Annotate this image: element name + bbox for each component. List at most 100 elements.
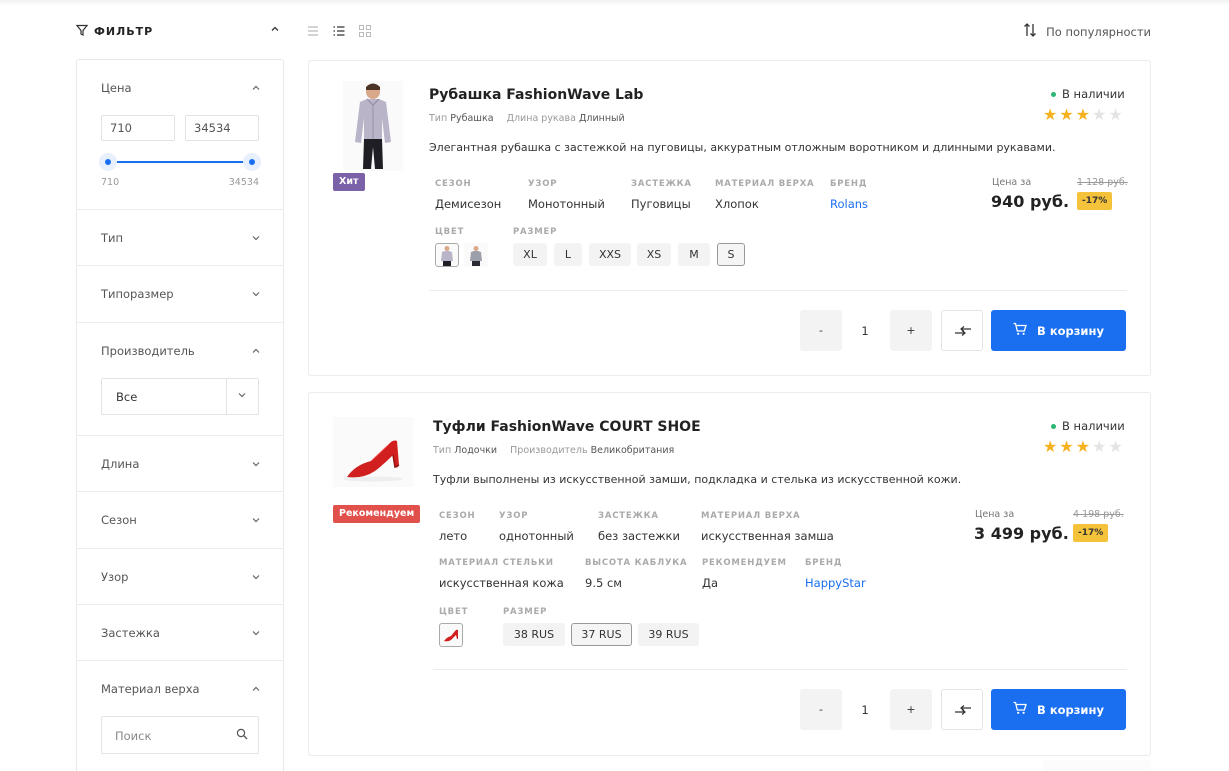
product-title[interactable]: Рубашка FashionWave Lab <box>429 87 643 103</box>
char-value: Монотонный <box>528 197 605 211</box>
filter-header[interactable]: ФИЛЬТР <box>75 22 284 40</box>
chevron-down-icon <box>237 389 247 403</box>
add-to-cart-button[interactable]: В корзину <box>991 310 1126 351</box>
qty-minus-button[interactable]: - <box>800 310 842 351</box>
filter-section-price: Цена 710 34534 710 34534 <box>77 60 283 210</box>
material-search-input[interactable]: Поиск <box>101 716 259 754</box>
qty-value[interactable]: 1 <box>850 703 880 717</box>
char-key: ЗАСТЕЖКА <box>598 511 659 521</box>
char-upper-material: МАТЕРИАЛ ВЕРХА искусственная замша <box>701 511 834 543</box>
size-group: РАЗМЕР <box>513 227 557 237</box>
size-option-selected[interactable]: 37 RUS <box>571 623 632 646</box>
filter-section-label: Материал верха <box>101 682 200 696</box>
filter-section-fastener[interactable]: Застежка <box>77 605 283 661</box>
price-min-input[interactable]: 710 <box>101 115 175 141</box>
rating-stars[interactable]: ★ ★ ★ ★ ★ <box>1043 439 1123 455</box>
product-card: Рекомендуем Туфли FashionWave COURT SHOE… <box>308 392 1151 756</box>
price-max-input[interactable]: 34534 <box>185 115 259 141</box>
cart-icon <box>1013 701 1027 718</box>
product-title[interactable]: Туфли FashionWave COURT SHOE <box>433 419 701 435</box>
char-value: 9.5 см <box>585 576 622 590</box>
color-swatch[interactable] <box>439 623 463 647</box>
filter-section-type[interactable]: Тип <box>77 210 283 266</box>
char-value: Демисезон <box>435 197 502 211</box>
compare-icon <box>954 323 972 342</box>
sort-icon <box>1022 22 1038 41</box>
size-option-selected[interactable]: S <box>717 243 745 266</box>
price-range-track[interactable] <box>108 161 252 163</box>
product-image-shirt[interactable] <box>343 81 403 171</box>
filter-section-size-type[interactable]: Типоразмер <box>77 266 283 323</box>
prop-value: Длинный <box>578 113 625 124</box>
brand-link[interactable]: Rolans <box>830 197 868 211</box>
char-pattern: УЗОР Монотонный <box>528 179 605 211</box>
filter-section-pattern[interactable]: Узор <box>77 549 283 605</box>
size-option[interactable]: XS <box>637 243 671 266</box>
prop-key: Тип <box>429 113 448 124</box>
color-label: ЦВЕТ <box>435 227 465 237</box>
filter-section-label: Длина <box>101 457 140 471</box>
color-swatch[interactable] <box>464 243 488 267</box>
char-fastener: ЗАСТЕЖКА Пуговицы <box>631 179 692 211</box>
chevron-up-icon[interactable] <box>251 683 261 697</box>
search-icon[interactable] <box>236 728 248 743</box>
price-range-max-label: 34534 <box>228 177 259 188</box>
list-icon[interactable] <box>306 24 320 38</box>
star-icon: ★ <box>1043 437 1058 456</box>
price-range-min-handle[interactable] <box>99 153 117 171</box>
price-range-max-handle[interactable] <box>243 153 261 171</box>
grid-icon[interactable] <box>358 24 372 38</box>
char-key: МАТЕРИАЛ СТЕЛЬКИ <box>439 558 554 568</box>
char-value: искусственная кожа <box>439 576 564 590</box>
qty-minus-button[interactable]: - <box>800 689 842 730</box>
old-price: 1 128 руб. <box>1077 177 1128 188</box>
size-option[interactable]: XXS <box>589 243 631 266</box>
product-props: Тип Рубашка Длина рукава Длинный <box>429 113 625 124</box>
old-price: 4 198 руб. <box>1073 509 1124 520</box>
char-heel-height: ВЫСОТА КАБЛУКА 9.5 см <box>585 558 687 590</box>
color-label: ЦВЕТ <box>439 607 469 617</box>
brand-link[interactable]: HappyStar <box>805 576 866 590</box>
qty-plus-button[interactable]: + <box>890 310 932 351</box>
discount-badge: -17% <box>1073 524 1109 542</box>
filter-icon <box>75 24 89 39</box>
size-option[interactable]: L <box>554 243 582 266</box>
add-to-cart-button[interactable]: В корзину <box>991 689 1126 730</box>
stock-label: В наличии <box>1062 419 1125 433</box>
char-key: СЕЗОН <box>439 511 476 521</box>
top-shadow <box>0 0 1229 6</box>
char-key: РЕКОМЕНДУЕМ <box>702 558 787 568</box>
color-swatch[interactable] <box>435 243 459 267</box>
chevron-up-icon[interactable] <box>251 82 261 96</box>
product-description: Туфли выполнены из искусственной замши, … <box>433 473 962 486</box>
sort-dropdown[interactable]: По популярности <box>1022 22 1151 41</box>
filter-section-length[interactable]: Длина <box>77 436 283 492</box>
filter-sidebar: Цена 710 34534 710 34534 Тип Типоразмер … <box>76 59 284 771</box>
chevron-down-icon <box>251 232 261 246</box>
star-icon: ★ <box>1075 105 1091 124</box>
chevron-up-icon[interactable] <box>251 345 261 359</box>
size-option[interactable]: 38 RUS <box>503 623 565 646</box>
manufacturer-select[interactable]: Все <box>101 378 259 415</box>
chevron-up-icon[interactable] <box>270 23 280 37</box>
compare-button[interactable] <box>941 310 983 351</box>
size-label: РАЗМЕР <box>503 607 548 617</box>
compare-button[interactable] <box>941 689 983 730</box>
filter-section-season[interactable]: Сезон <box>77 492 283 549</box>
product-badge: Рекомендуем <box>333 505 421 523</box>
price: 940 руб. <box>991 192 1070 211</box>
rating-stars[interactable]: ★ ★ ★ ★ ★ <box>1043 107 1123 123</box>
char-value: лето <box>439 529 468 543</box>
star-icon: ★ <box>1092 105 1107 124</box>
qty-value[interactable]: 1 <box>850 324 880 338</box>
size-option[interactable]: 39 RUS <box>638 623 699 646</box>
char-value: Да <box>702 576 719 590</box>
qty-plus-button[interactable]: + <box>890 689 932 730</box>
char-key: ВЫСОТА КАБЛУКА <box>585 558 688 568</box>
prop-key: Производитель <box>510 445 588 456</box>
detailed-list-icon[interactable] <box>332 24 346 38</box>
size-option[interactable]: XL <box>513 243 547 266</box>
product-image-shoe[interactable] <box>333 417 413 487</box>
size-option[interactable]: M <box>678 243 710 266</box>
chevron-down-icon <box>251 288 261 302</box>
